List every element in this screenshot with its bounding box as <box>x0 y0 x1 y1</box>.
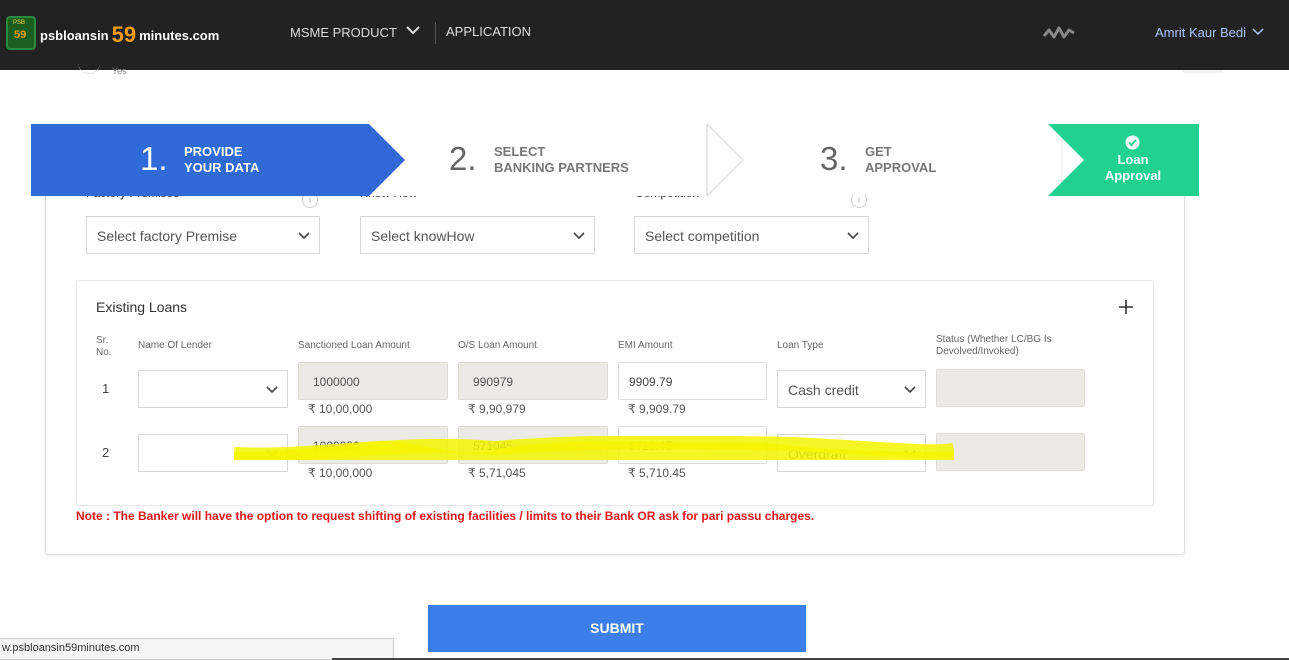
header-loan-type: Loan Type <box>777 340 824 351</box>
step-3-line2: APPROVAL <box>865 160 937 175</box>
row-1-loan-type-value: Cash credit <box>788 382 859 398</box>
loan-approval-line2: Approval <box>1104 168 1162 183</box>
row-1-lender-select[interactable] <box>138 370 288 408</box>
row-2-sr: 2 <box>102 445 110 460</box>
brand-number: 59 <box>111 22 137 47</box>
activity-wave-icon[interactable] <box>1043 24 1075 42</box>
row-1-sanctioned-input[interactable]: 1000000 <box>298 362 448 400</box>
add-loan-plus-icon[interactable] <box>1117 298 1135 316</box>
nav-application[interactable]: APPLICATION <box>446 24 531 39</box>
banker-note: Note : The Banker will have the option t… <box>76 509 815 523</box>
step-2-number: 2. <box>449 140 477 177</box>
step-1-number: 1. <box>140 140 168 177</box>
header-status-line2: Devolved/Invoked) <box>936 346 1019 357</box>
loan-approval-line1: Loan <box>1117 152 1149 167</box>
nav-msme-product[interactable]: MSME PRODUCT <box>290 25 397 40</box>
row-1-sanctioned-value: 1000000 <box>313 375 360 389</box>
row-2-sanctioned-formatted: ₹ 10,00,000 <box>308 466 373 480</box>
brand-suffix: minutes.com <box>139 28 220 43</box>
row-2-emi-formatted: ₹ 5,710.45 <box>628 466 686 480</box>
chevron-down-icon <box>573 232 585 240</box>
partial-text: Yes <box>112 66 127 76</box>
user-menu-name[interactable]: Amrit Kaur Bedi <box>1155 25 1246 40</box>
header-sr-line1: Sr. <box>96 335 109 346</box>
step-3-number: 3. <box>820 140 848 177</box>
user-chevron-down-icon[interactable] <box>1252 26 1264 38</box>
header-sr-no: Sr. No. <box>96 335 112 359</box>
chevron-down-icon <box>904 386 916 394</box>
row-1-sanctioned-formatted: ₹ 10,00,000 <box>308 402 373 416</box>
step-2-label: SELECT BANKING PARTNERS <box>494 144 629 176</box>
header-os-amount: O/S Loan Amount <box>458 340 537 351</box>
step-1-line2: YOUR DATA <box>184 160 260 175</box>
partial-divider <box>1183 70 1223 73</box>
header-sr-line2: No. <box>96 347 112 358</box>
partial-radio <box>78 62 100 74</box>
header-status-line1: Status (Whether LC/BG Is <box>936 334 1052 345</box>
loan-approval-label: Loan Approval <box>1091 152 1175 184</box>
row-1-emi-input[interactable]: 9909.79 <box>618 362 767 400</box>
brand-logo-icon[interactable]: PSB 59 <box>6 16 36 50</box>
knowhow-select[interactable]: Select knowHow <box>360 216 595 254</box>
header-name-of-lender: Name Of Lender <box>138 340 212 351</box>
submit-button[interactable]: SUBMIT <box>428 605 806 652</box>
chevron-down-icon <box>298 232 310 240</box>
chevron-down-icon[interactable] <box>405 22 421 38</box>
top-navbar: PSB 59 psbloansin 59 minutes.com MSME PROD… <box>0 0 1289 70</box>
step-1-line1: PROVIDE <box>184 144 243 159</box>
row-1-status-input[interactable] <box>936 369 1085 407</box>
row-1-emi-value: 9909.79 <box>629 375 673 389</box>
row-1-emi-formatted: ₹ 9,909.79 <box>628 402 686 416</box>
factory-premise-placeholder: Select factory Premise <box>97 228 238 244</box>
progress-stepper: 1. PROVIDE YOUR DATA 2. SELECT BANKING P… <box>31 124 1199 196</box>
header-sanctioned-amount: Sanctioned Loan Amount <box>298 340 410 351</box>
row-1-os-formatted: ₹ 9,90,979 <box>468 402 526 416</box>
competition-select[interactable]: Select competition <box>634 216 869 254</box>
brand-prefix: psbloansin <box>40 28 109 43</box>
factory-premise-select[interactable]: Select factory Premise <box>86 216 320 254</box>
step-3-line1: GET <box>865 144 892 159</box>
competition-placeholder: Select competition <box>645 228 760 244</box>
knowhow-placeholder: Select knowHow <box>371 228 475 244</box>
step-2-line2: BANKING PARTNERS <box>494 160 629 175</box>
step-2-line1: SELECT <box>494 144 546 159</box>
logo-number: 59 <box>14 29 27 41</box>
step-3-label: GET APPROVAL <box>865 144 936 176</box>
check-circle-icon <box>1125 135 1140 150</box>
chevron-down-icon <box>847 232 859 240</box>
row-1-os-value: 990979 <box>473 375 514 389</box>
existing-loans-title: Existing Loans <box>96 299 188 315</box>
row-1-os-input[interactable]: 990979 <box>458 362 608 400</box>
status-bar-url: w.psbloansin59minutes.com <box>0 638 394 660</box>
row-2-status-input[interactable] <box>936 433 1085 471</box>
header-emi-amount: EMI Amount <box>618 340 673 351</box>
row-2-os-formatted: ₹ 5,71,045 <box>468 466 526 480</box>
step-1-label: PROVIDE YOUR DATA <box>184 144 259 176</box>
nav-divider <box>435 22 436 44</box>
header-status: Status (Whether LC/BG Is Devolved/Invoke… <box>936 334 1052 358</box>
brand-name[interactable]: psbloansin 59 minutes.com <box>40 20 220 47</box>
chevron-down-icon <box>266 386 278 394</box>
row-1-loan-type-select[interactable]: Cash credit <box>777 370 926 408</box>
highlighter-annotation <box>234 436 954 460</box>
logo-text: PSB <box>13 20 26 26</box>
row-1-sr: 1 <box>102 381 110 396</box>
